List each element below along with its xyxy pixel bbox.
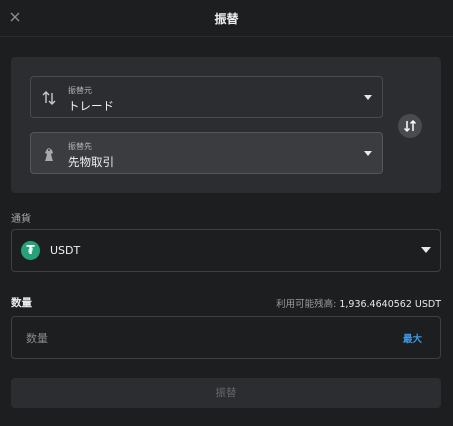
swap-vertical-icon: [403, 119, 417, 133]
from-account-select[interactable]: 振替元 トレード: [30, 76, 383, 118]
amount-label: 数量: [11, 297, 32, 309]
available-balance-label: 利用可能残高:: [276, 299, 337, 310]
chevron-down-icon: [364, 151, 372, 156]
amount-field: 最大: [11, 316, 441, 359]
transfer-accounts-panel: 振替元 トレード 振替先 先物取引: [11, 57, 441, 193]
currency-select[interactable]: ₮ USDT: [11, 229, 441, 272]
modal-header: 振替: [0, 0, 453, 37]
swap-accounts-button[interactable]: [398, 114, 422, 138]
amount-input[interactable]: [24, 327, 358, 349]
from-account-label: 振替元: [68, 86, 92, 95]
futures-chess-icon: [40, 145, 58, 163]
currency-section-label: 通貨: [11, 214, 31, 225]
chevron-down-icon: [364, 95, 372, 100]
modal-title: 振替: [214, 12, 239, 26]
available-balance: 利用可能残高: 1,936.4640562 USDT: [276, 296, 441, 310]
available-balance-value: 1,936.4640562 USDT: [339, 299, 441, 310]
usdt-coin-icon: ₮: [21, 241, 40, 260]
transfer-modal: 振替 振替元 トレード 振替先 先物取引 通貨 ₮ USDT 数量 利用可能残高…: [0, 0, 453, 426]
from-account-value: トレード: [68, 99, 114, 113]
chevron-down-icon: [421, 247, 431, 253]
transfer-submit-button[interactable]: 振替: [11, 378, 441, 408]
to-account-value: 先物取引: [68, 155, 114, 169]
to-account-select[interactable]: 振替先 先物取引: [30, 132, 383, 174]
swap-arrows-icon: [40, 89, 58, 107]
max-button[interactable]: 最大: [403, 331, 422, 345]
to-account-label: 振替先: [68, 142, 92, 151]
currency-value: USDT: [50, 244, 81, 257]
